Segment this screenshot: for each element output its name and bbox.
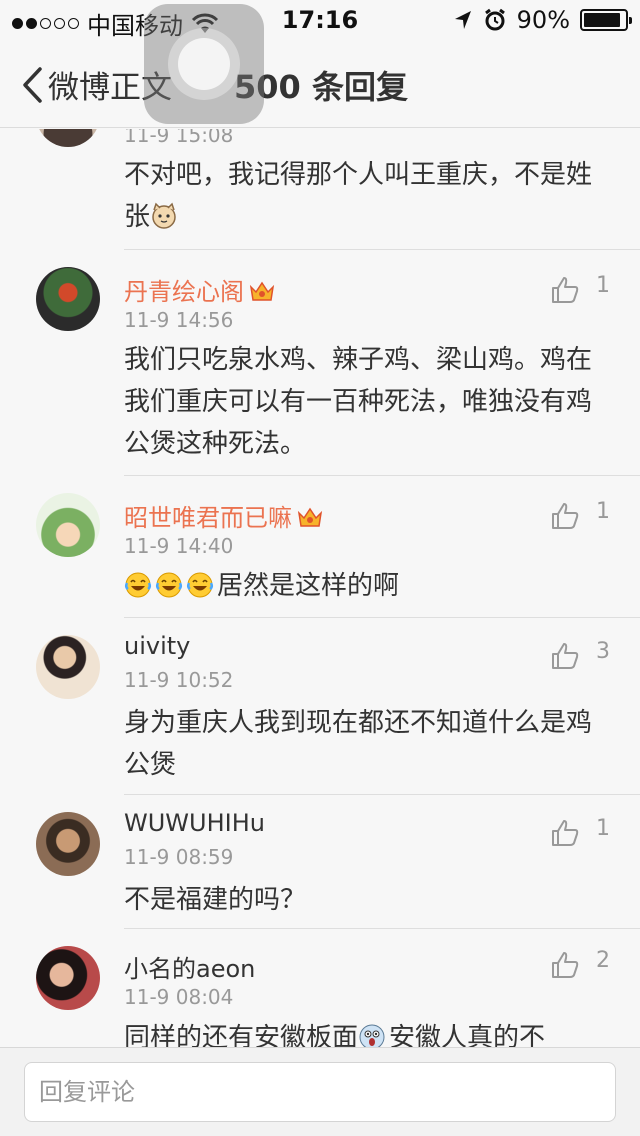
comment-text: 居然是这样的啊 [124,565,610,607]
crown-badge-icon [297,507,323,527]
location-arrow-icon [454,11,471,29]
username[interactable]: 昭世唯君而已嘛 [124,498,324,533]
alarm-icon [484,8,505,31]
status-right: 90% [453,6,632,34]
thumbs-up-icon[interactable] [550,950,580,980]
comment-item[interactable]: uivity 3 11-9 10:52 身为重庆人我到现在都还不知道什么是鸡公煲 [0,618,640,795]
comment-time: 11-9 08:04 [124,985,234,1009]
status-bar: 中国移动 17:16 90% [0,0,640,40]
comment-text: 同样的还有安徽板面 安徽人真的不 [124,1017,610,1047]
like-count: 1 [596,499,610,524]
comment-item[interactable]: 丹青绘心阁 1 11-9 14:56 我们只吃泉水鸡、辣子鸡、梁山鸡。鸡在我们重… [0,250,640,476]
comment-item[interactable]: 小名的aeon 2 11-9 08:04 同样的还有安徽板面 安徽人真的不 [0,929,640,1047]
comment-time: 11-9 14:56 [124,308,234,332]
thumbs-up-icon[interactable] [550,818,580,848]
comment-time: 11-9 15:08 [124,129,234,147]
chevron-left-icon [23,66,42,103]
comment-time: 11-9 10:52 [124,668,234,692]
crown-badge-icon [249,281,275,301]
username[interactable]: WUWUHIHu [124,809,265,837]
avatar[interactable] [36,129,100,147]
avatar[interactable] [36,267,100,331]
battery-percent: 90% [516,6,570,34]
navigation-bar: 微博正文 500 条回复 [0,40,640,128]
comment-item[interactable]: WUWUHIHu 1 11-9 08:59 不是福建的吗？ [0,795,640,929]
laughing-tears-icon [186,572,214,598]
cat-emoji-icon [152,202,176,229]
avatar[interactable] [36,635,100,699]
like-count: 2 [596,948,610,973]
shocked-emoji-icon [359,1024,385,1047]
laughing-tears-icon [124,572,152,598]
reply-input[interactable] [24,1062,616,1122]
thumbs-up-icon[interactable] [550,275,580,305]
comment-text: 我们只吃泉水鸡、辣子鸡、梁山鸡。鸡在我们重庆可以有一百种死法，唯独没有鸡公煲这种… [124,345,593,459]
laughing-tears-icon [155,572,183,598]
like-count: 3 [596,639,610,664]
comment-item[interactable]: 昭世唯君而已嘛 1 11-9 14:40 居然是这样的啊 [0,476,640,618]
comment-item[interactable]: 11-9 15:08 不对吧，我记得那个人叫王重庆，不是姓张 [0,129,640,250]
avatar[interactable] [36,812,100,876]
username[interactable]: 丹青绘心阁 [124,272,276,307]
comment-time: 11-9 14:40 [124,534,234,558]
comment-list: 11-9 15:08 不对吧，我记得那个人叫王重庆，不是姓张 丹青绘心阁 1 1… [0,129,640,1047]
assistive-touch-button[interactable] [144,4,264,124]
reply-bar [0,1047,640,1136]
avatar[interactable] [36,946,100,1010]
thumbs-up-icon[interactable] [550,501,580,531]
comment-time: 11-9 08:59 [124,845,234,869]
like-count: 1 [596,816,610,841]
avatar[interactable] [36,493,100,557]
comment-text: 不对吧，我记得那个人叫王重庆，不是姓张 [124,160,593,232]
comment-text: 不是福建的吗？ [124,885,307,915]
username[interactable]: uivity [124,632,190,660]
username[interactable]: 小名的aeon [124,949,255,984]
battery-icon [580,9,632,31]
comment-text: 身为重庆人我到现在都还不知道什么是鸡公煲 [124,708,593,780]
like-count: 1 [596,273,610,298]
thumbs-up-icon[interactable] [550,641,580,671]
